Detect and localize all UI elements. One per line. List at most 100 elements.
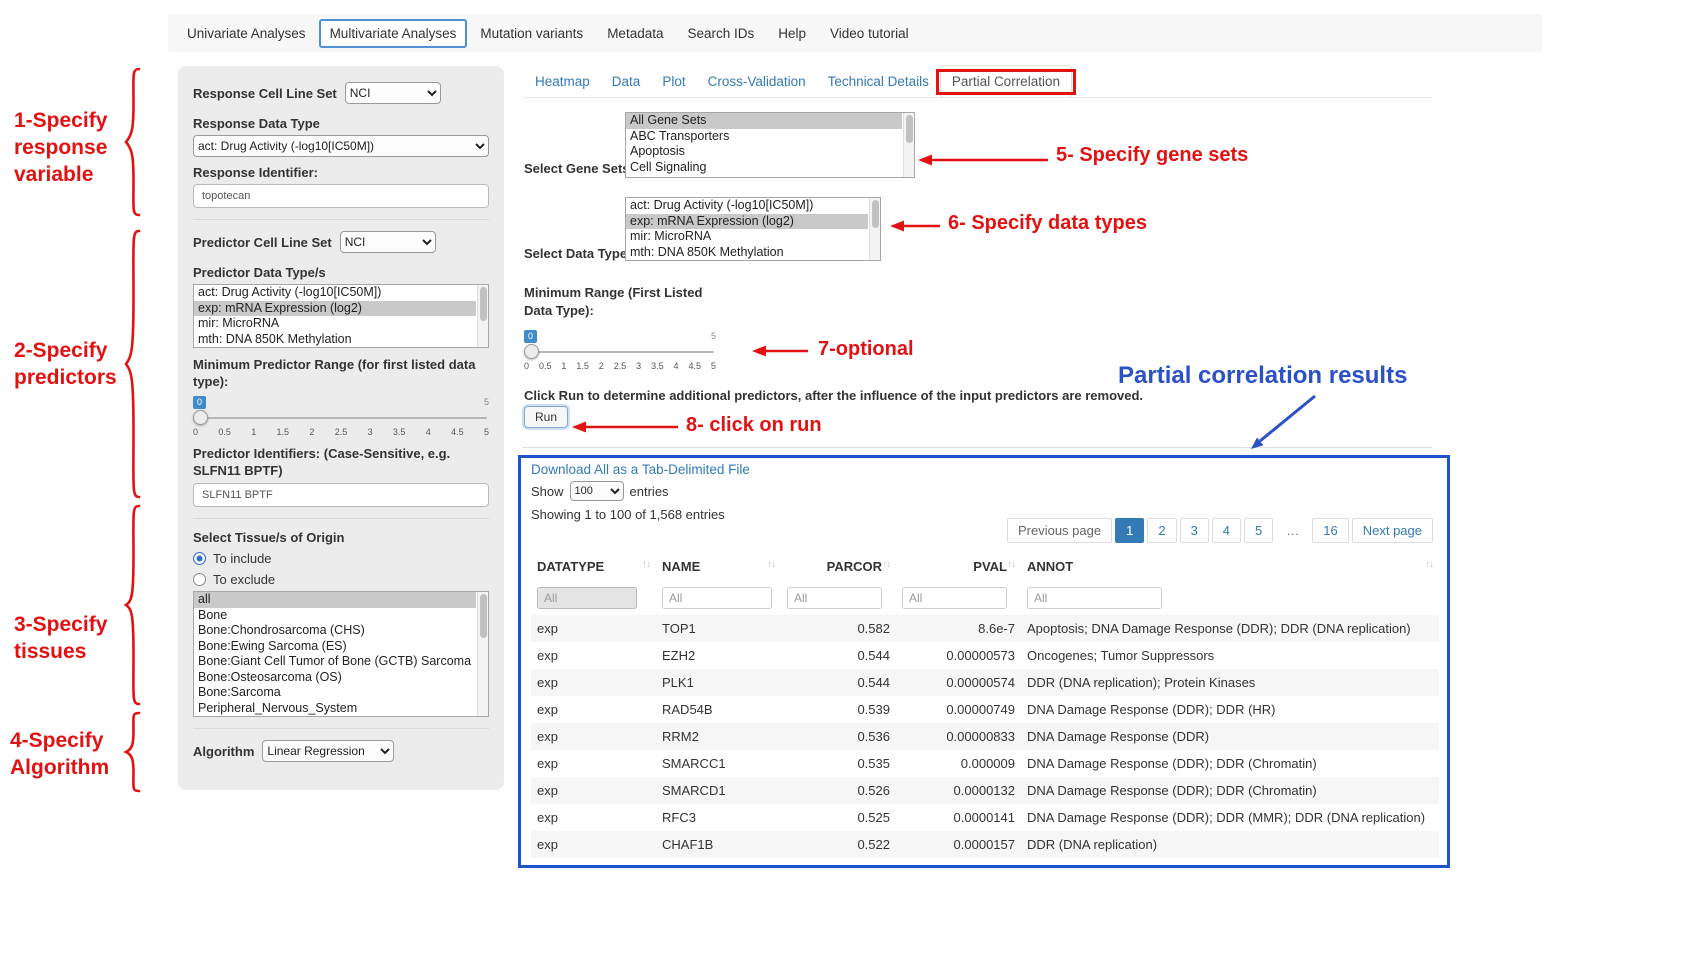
list-option-selected[interactable]: exp: mRNA Expression (log2) [626,214,868,230]
list-option[interactable]: Apoptosis [626,144,902,160]
column-header-pval[interactable]: ↑↓PVAL [896,552,1021,581]
min-predictor-range-slider[interactable]: 0 5 0 0.5 1 1.5 2 2.5 3 3.5 4 4.5 5 [193,396,489,440]
next-page-button[interactable]: Next page [1352,518,1433,543]
response-identifier-input[interactable] [193,184,489,208]
radio-unselected-icon[interactable] [193,573,206,586]
table-row[interactable]: exp CHAF1B 0.522 0.0000157 DDR (DNA repl… [531,831,1439,858]
nav-metadata[interactable]: Metadata [596,19,674,48]
nav-video-tutorial[interactable]: Video tutorial [819,19,920,48]
filter-pval-input[interactable] [902,587,1007,609]
list-option[interactable]: Bone:Osteosarcoma (OS) [194,670,476,686]
tick-label: 1 [561,361,566,371]
scrollbar-thumb[interactable] [872,200,879,228]
scrollbar-thumb[interactable] [906,115,913,143]
column-header-name[interactable]: NAME↑↓ [656,552,781,581]
tissue-exclude-radio-row[interactable]: To exclude [193,572,489,587]
column-header-parcor[interactable]: ↑↓PARCOR [781,552,896,581]
list-option[interactable]: Cell Signaling [626,160,902,176]
list-option[interactable]: Bone:Chondrosarcoma (CHS) [194,623,476,639]
tab-technical-details[interactable]: Technical Details [817,66,940,97]
list-option[interactable]: Bone:Giant Cell Tumor of Bone (GCTB) Sar… [194,654,476,670]
table-row[interactable]: exp RRM2 0.536 0.00000833 DNA Damage Res… [531,723,1439,750]
table-row[interactable]: exp TOP1 0.582 8.6e-7 Apoptosis; DNA Dam… [531,615,1439,642]
tab-plot[interactable]: Plot [651,66,696,97]
entries-per-page-select[interactable]: 100 [570,481,624,501]
page-button-2[interactable]: 2 [1147,518,1176,543]
list-option[interactable]: Bone:Ewing Sarcoma (ES) [194,639,476,655]
tab-partial-correlation[interactable]: Partial Correlation [940,65,1072,98]
page-button-3[interactable]: 3 [1180,518,1209,543]
list-option[interactable]: Bone [194,608,476,624]
page-button-16[interactable]: 16 [1312,518,1348,543]
page-button-5[interactable]: 5 [1244,518,1273,543]
list-option[interactable]: Bone:Sarcoma [194,685,476,701]
cell-annot: DNA Damage Response (DDR); DDR (HR) [1021,696,1439,723]
min-range-slider[interactable]: 0 5 0 0.5 1 1.5 2 2.5 3 3.5 4 4.5 5 [524,330,716,374]
page-button-4[interactable]: 4 [1212,518,1241,543]
sort-icon[interactable]: ↑↓ [882,559,890,570]
table-row[interactable]: exp RFC3 0.525 0.0000141 DNA Damage Resp… [531,804,1439,831]
predictor-identifiers-input[interactable] [193,483,489,507]
table-row[interactable]: exp RAD54B 0.539 0.00000749 DNA Damage R… [531,696,1439,723]
data-types-listbox[interactable]: act: Drug Activity (-log10[IC50M]) exp: … [625,197,881,261]
tissue-include-radio-row[interactable]: To include [193,551,489,566]
filter-name-input[interactable] [662,587,772,609]
list-option[interactable]: mir: MicroRNA [626,229,868,245]
previous-page-button[interactable]: Previous page [1007,518,1112,543]
page-button-1[interactable]: 1 [1115,518,1144,543]
response-data-type-select[interactable]: act: Drug Activity (-log10[IC50M]) [193,135,489,157]
filter-annot-input[interactable] [1027,587,1162,609]
slider-thumb[interactable] [524,344,539,359]
scrollbar[interactable] [477,592,488,716]
list-option[interactable]: Peripheral_Nervous_System [194,701,476,717]
nav-multivariate-analyses[interactable]: Multivariate Analyses [319,19,468,48]
cell-annot: DNA Damage Response (DDR); DDR (Chromati… [1021,750,1439,777]
filter-parcor-input[interactable] [787,587,882,609]
list-option[interactable]: ABC Transporters [626,129,902,145]
column-header-annot[interactable]: ANNOT↑↓ [1021,552,1439,581]
sort-icon[interactable]: ↑↓ [642,559,650,570]
scrollbar-thumb[interactable] [480,287,487,321]
list-option[interactable]: mir: MicroRNA [194,316,476,332]
table-row[interactable]: exp EZH2 0.544 0.00000573 Oncogenes; Tum… [531,642,1439,669]
table-row[interactable]: exp SMARCC1 0.535 0.000009 DNA Damage Re… [531,750,1439,777]
download-link[interactable]: Download All as a Tab-Delimited File [531,462,750,477]
scrollbar-thumb[interactable] [480,594,487,638]
slider-track[interactable] [195,417,487,419]
scrollbar[interactable] [903,113,914,177]
list-option[interactable]: mth: DNA 850K Methylation [194,332,476,348]
slider-track[interactable] [526,351,714,353]
list-option-selected[interactable]: all [194,592,476,608]
tab-heatmap[interactable]: Heatmap [524,66,601,97]
predictor-cell-line-set-select[interactable]: NCI [340,231,436,253]
list-option-selected[interactable]: exp: mRNA Expression (log2) [194,301,476,317]
tissues-listbox[interactable]: all Bone Bone:Chondrosarcoma (CHS) Bone:… [193,591,489,717]
list-option[interactable]: mth: DNA 850K Methylation [626,245,868,261]
radio-selected-icon[interactable] [193,552,206,565]
sort-icon[interactable]: ↑↓ [767,559,775,570]
list-option[interactable]: act: Drug Activity (-log10[IC50M]) [194,285,476,301]
sort-icon[interactable]: ↑↓ [1007,559,1015,570]
scrollbar[interactable] [477,285,488,347]
nav-mutation-variants[interactable]: Mutation variants [469,19,594,48]
nav-univariate-analyses[interactable]: Univariate Analyses [176,19,317,48]
response-cell-line-set-select[interactable]: NCI [345,82,441,104]
predictor-data-types-listbox[interactable]: act: Drug Activity (-log10[IC50M]) exp: … [193,284,489,348]
list-option-selected[interactable]: All Gene Sets [626,113,902,129]
slider-max-label: 5 [711,331,716,341]
nav-help[interactable]: Help [767,19,817,48]
column-header-datatype[interactable]: DATATYPE↑↓ [531,552,656,581]
tab-cross-validation[interactable]: Cross-Validation [697,66,817,97]
slider-thumb[interactable] [193,410,208,425]
tab-data[interactable]: Data [601,66,652,97]
algorithm-select[interactable]: Linear Regression [262,740,394,762]
table-row[interactable]: exp SMARCD1 0.526 0.0000132 DNA Damage R… [531,777,1439,804]
list-option[interactable]: act: Drug Activity (-log10[IC50M]) [626,198,868,214]
table-row[interactable]: exp PLK1 0.544 0.00000574 DDR (DNA repli… [531,669,1439,696]
gene-sets-listbox[interactable]: All Gene Sets ABC Transporters Apoptosis… [625,112,915,178]
sort-icon[interactable]: ↑↓ [1425,559,1433,570]
filter-datatype-input[interactable] [537,587,637,609]
run-button[interactable]: Run [524,406,568,428]
nav-search-ids[interactable]: Search IDs [676,19,765,48]
scrollbar[interactable] [869,198,880,260]
